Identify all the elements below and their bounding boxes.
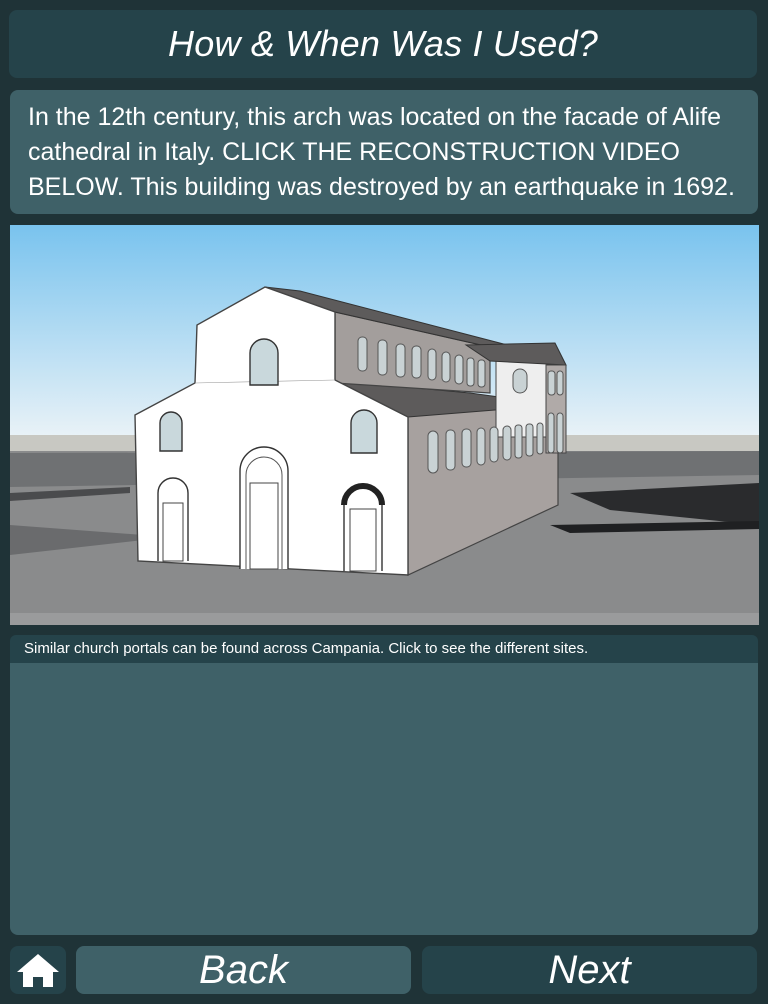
next-button-label: Next xyxy=(548,947,631,992)
cathedral-render xyxy=(10,225,759,625)
reconstruction-video[interactable] xyxy=(10,225,759,625)
back-button[interactable]: Back xyxy=(76,946,411,994)
info-text: In the 12th century, this arch was locat… xyxy=(28,103,735,201)
home-button[interactable] xyxy=(10,946,66,994)
page-title: How & When Was I Used? xyxy=(168,23,598,64)
info-box: In the 12th century, this arch was locat… xyxy=(10,90,758,214)
home-icon xyxy=(17,954,59,987)
next-button[interactable]: Next xyxy=(422,946,757,994)
sites-caption: Similar church portals can be found acro… xyxy=(10,635,758,663)
title-bar: How & When Was I Used? xyxy=(9,10,757,78)
sites-caption-text: Similar church portals can be found acro… xyxy=(24,640,589,657)
sites-panel[interactable] xyxy=(10,663,758,935)
back-button-label: Back xyxy=(199,947,288,992)
